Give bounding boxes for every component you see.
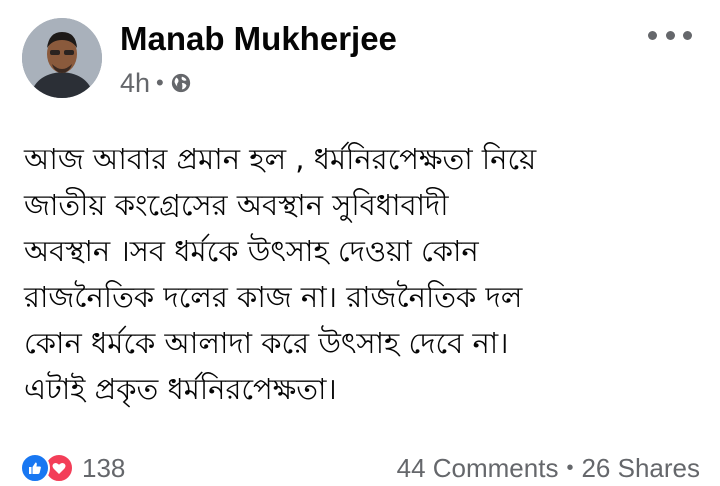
author-name[interactable]: Manab Mukherjee: [120, 16, 397, 62]
post-body-line: এটাই প্রকৃত ধর্মনিরপেক্ষতা।: [24, 372, 337, 406]
post-meta: 4h •: [120, 66, 192, 100]
shares-link[interactable]: 26 Shares: [581, 453, 700, 484]
author-avatar[interactable]: [22, 18, 102, 98]
post-body-line: জাতীয় কংগ্রেসের অবস্থান সুবিধাবাদী: [24, 188, 449, 222]
reaction-count: 138: [82, 452, 126, 483]
post-body-line: রাজনৈতিক দলের কাজ না। রাজনৈতিক দল: [24, 280, 523, 314]
post-body-line: অবস্থান ।সব ধর্মকে উৎসাহ দেওয়া কোন: [24, 234, 479, 268]
more-dot: [683, 30, 692, 40]
post-body-line: কোন ধর্মকে আলাদা করে উৎসাহ দেবে না।: [24, 326, 509, 360]
stats-separator: •: [566, 456, 574, 479]
globe-icon[interactable]: [170, 72, 192, 94]
comments-link[interactable]: 44 Comments: [397, 453, 559, 484]
post-body-line: আজ আবার প্রমান হল , ধর্মনিরপেক্ষতা নিয়ে: [24, 142, 537, 176]
post-footer: 138 44 Comments • 26 Shares: [20, 450, 700, 486]
meta-separator: •: [156, 70, 164, 95]
facebook-post: Manab Mukherjee 4h • আজ আবার প্রমান হল ,…: [0, 0, 720, 486]
more-dot: [665, 30, 675, 40]
more-dot: [648, 30, 657, 40]
engagement-stats: 44 Comments • 26 Shares: [397, 453, 700, 484]
post-body: আজ আবার প্রমান হল , ধর্মনিরপেক্ষতা নিয়ে…: [24, 136, 710, 412]
post-timestamp[interactable]: 4h: [120, 68, 150, 99]
reactions-summary[interactable]: 138: [20, 453, 125, 484]
more-options-icon[interactable]: [648, 22, 692, 48]
avatar-photo: [22, 18, 102, 98]
like-icon: [20, 453, 50, 483]
